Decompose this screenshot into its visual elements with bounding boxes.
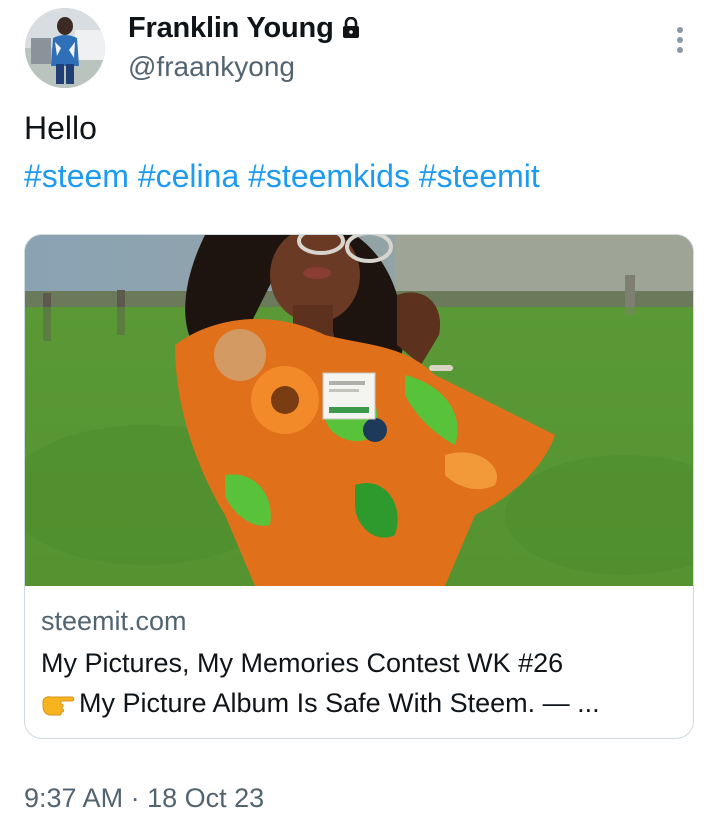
- tweet-hashtags: #steem #celina #steemkids #steemit: [24, 156, 540, 196]
- author-display-name[interactable]: Franklin Young: [128, 12, 334, 45]
- author-avatar[interactable]: [25, 8, 105, 88]
- tweet: Franklin Young @fraankyong Hello #steem …: [0, 0, 720, 825]
- hashtag-steemit[interactable]: #steemit: [419, 158, 540, 194]
- card-title-line2: My Picture Album Is Safe With Steem. — .…: [79, 688, 600, 718]
- display-name-row: Franklin Young: [128, 8, 360, 48]
- more-vertical-icon: [677, 27, 683, 53]
- tweet-text: Hello: [24, 110, 97, 146]
- photo-icon: [25, 235, 693, 586]
- hashtag-steemkids[interactable]: #steemkids: [248, 158, 410, 194]
- card-body: steemit.com My Pictures, My Memories Con…: [41, 603, 681, 723]
- card-title-line1: My Pictures, My Memories Contest WK #26: [41, 648, 564, 678]
- hashtag-celina[interactable]: #celina: [138, 158, 239, 194]
- more-options-button[interactable]: [662, 22, 698, 58]
- hashtag-steem[interactable]: #steem: [24, 158, 129, 194]
- card-domain: steemit.com: [41, 606, 187, 636]
- backhand-index-pointing-right-icon: [41, 687, 77, 719]
- timestamp-date[interactable]: 18 Oct 23: [147, 783, 264, 813]
- lock-icon: [342, 17, 360, 39]
- timestamp-time[interactable]: 9:37 AM: [24, 783, 123, 813]
- timestamp-separator: ·: [123, 783, 148, 813]
- author-info: Franklin Young @fraankyong: [128, 8, 360, 83]
- link-preview-card[interactable]: steemit.com My Pictures, My Memories Con…: [24, 234, 694, 739]
- avatar-photo-icon: [25, 8, 105, 88]
- author-handle[interactable]: @fraankyong: [128, 51, 360, 83]
- tweet-timestamp: 9:37 AM · 18 Oct 23: [24, 780, 264, 816]
- card-image[interactable]: [25, 235, 693, 586]
- card-title-line2-row: My Picture Album Is Safe With Steem. — .…: [41, 683, 681, 723]
